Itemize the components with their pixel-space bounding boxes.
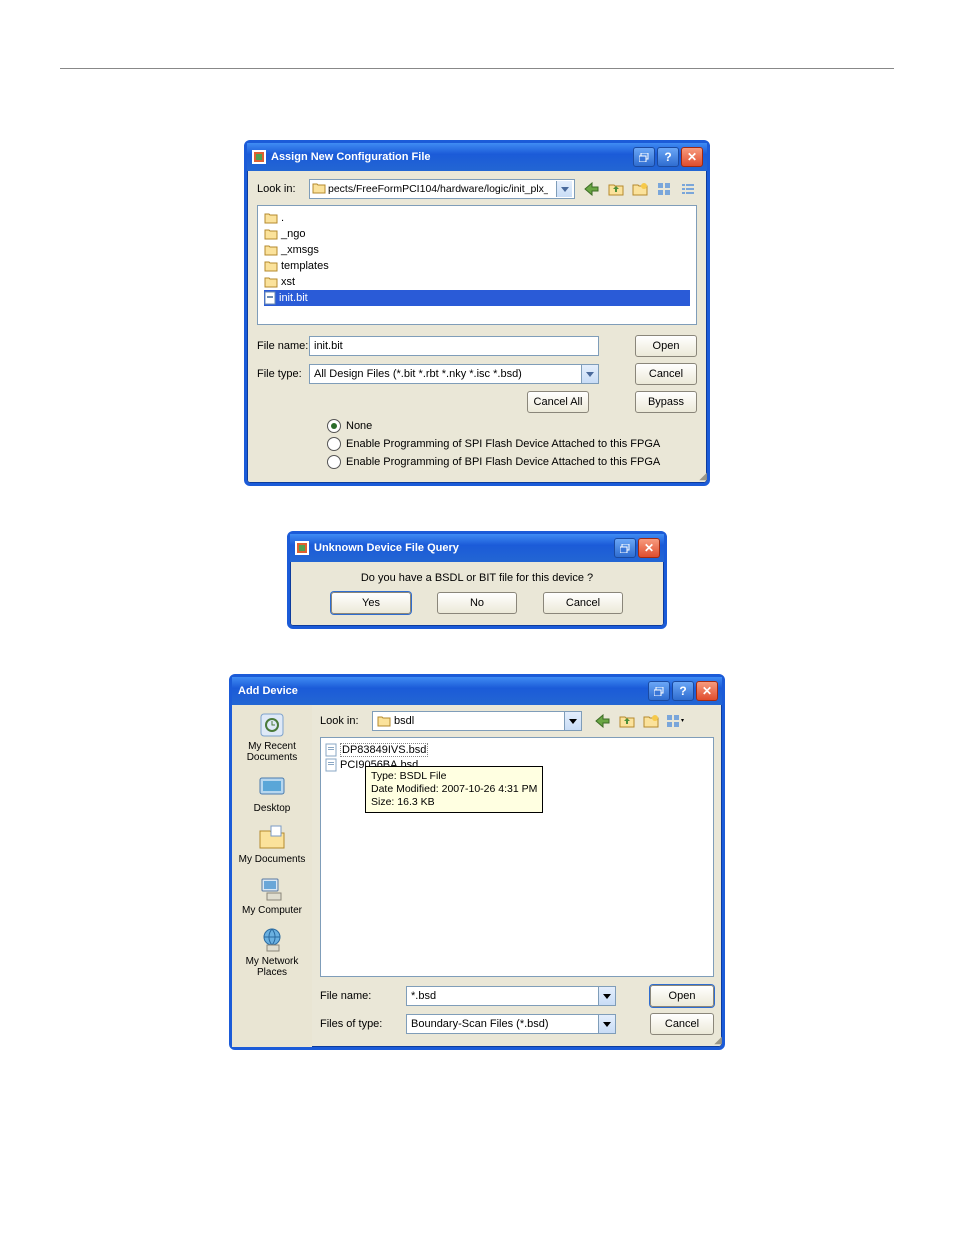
query-message: Do you have a BSDL or BIT file for this … [298,572,656,584]
title: Add Device [236,685,646,697]
title: Assign New Configuration File [271,151,631,163]
folder-item[interactable]: templates [264,258,690,274]
close-button[interactable]: ✕ [638,538,660,558]
file-tooltip: Type: BSDL File Date Modified: 2007-10-2… [365,766,543,813]
new-folder-icon[interactable] [642,712,660,730]
file-toolbar [594,712,684,730]
dropdown-arrow-icon[interactable] [581,365,598,383]
detail-view-icon[interactable] [679,180,697,198]
back-icon[interactable] [594,712,612,730]
up-folder-icon[interactable] [607,180,625,198]
look-in-combo[interactable]: pects/FreeFormPCI104/hardware/logic/init… [309,179,575,199]
new-folder-icon[interactable] [631,180,649,198]
look-in-combo[interactable]: bsdl [372,711,582,731]
recent-docs-icon [256,709,288,741]
back-icon[interactable] [583,180,601,198]
network-icon [256,924,288,956]
radio-none[interactable]: None [327,419,697,433]
sidebar-mydocs[interactable]: My Documents [239,822,306,865]
close-button[interactable]: ✕ [696,681,718,701]
view-menu-icon[interactable] [666,712,684,730]
filetype-label: Files of type: [320,1018,406,1030]
resize-grip[interactable]: ◢ [714,1035,719,1046]
list-view-icon[interactable] [655,180,673,198]
radio-unselected-icon [327,455,341,469]
filename-label: File name: [257,340,309,352]
sidebar-mycomputer[interactable]: My Computer [242,873,302,916]
file-list-pane[interactable]: DP83849IVS.bsd PCI9056BA.bsd Type: BSDL … [320,737,714,977]
sidebar-network[interactable]: My Network Places [232,924,312,978]
filename-input[interactable]: *.bsd [406,986,616,1006]
assign-config-dialog: Assign New Configuration File ? ✕ Look i… [244,140,710,486]
radio-bpi[interactable]: Enable Programming of BPI Flash Device A… [327,455,697,469]
restore-button[interactable] [633,147,655,167]
places-sidebar: My Recent Documents Desktop My Documents… [232,705,312,1047]
no-button[interactable]: No [437,592,517,614]
desktop-icon [256,771,288,803]
impact-icon [294,540,310,556]
sidebar-desktop[interactable]: Desktop [254,771,291,814]
open-button[interactable]: Open [635,335,697,357]
dropdown-arrow-icon[interactable] [598,1015,615,1033]
filetype-select[interactable]: Boundary-Scan Files (*.bsd) [406,1014,616,1034]
folder-item[interactable]: _xmsgs [264,242,690,258]
cancel-button[interactable]: Cancel [650,1013,714,1035]
close-button[interactable]: ✕ [681,147,703,167]
resize-grip[interactable]: ◢ [699,471,704,482]
mydocs-icon [256,822,288,854]
help-button[interactable]: ? [657,147,679,167]
folder-icon [312,182,326,196]
dropdown-arrow-icon[interactable] [556,181,572,197]
dropdown-arrow-icon[interactable] [564,712,581,730]
filename-input[interactable]: init.bit [309,336,599,356]
look-in-path: pects/FreeFormPCI104/hardware/logic/init… [328,183,548,195]
title: Unknown Device File Query [314,542,612,554]
impact-icon [251,149,267,165]
unknown-device-query-dialog: Unknown Device File Query ✕ Do you have … [287,531,667,629]
bypass-button[interactable]: Bypass [635,391,697,413]
radio-spi[interactable]: Enable Programming of SPI Flash Device A… [327,437,697,451]
file-item-selected[interactable]: init.bit [264,290,690,306]
filename-label: File name: [320,990,406,1002]
cancel-button[interactable]: Cancel [543,592,623,614]
sidebar-recent[interactable]: My Recent Documents [232,709,312,763]
titlebar[interactable]: Assign New Configuration File ? ✕ [247,143,707,171]
radio-selected-icon [327,419,341,433]
file-item-selected[interactable]: DP83849IVS.bsd [325,742,709,757]
up-folder-icon[interactable] [618,712,636,730]
restore-button[interactable] [648,681,670,701]
radio-unselected-icon [327,437,341,451]
file-toolbar [583,180,697,198]
mycomputer-icon [256,873,288,905]
look-in-label: Look in: [320,715,372,727]
filetype-label: File type: [257,368,309,380]
folder-item[interactable]: _ngo [264,226,690,242]
cancel-button[interactable]: Cancel [635,363,697,385]
look-in-label: Look in: [257,183,309,195]
folder-parent[interactable]: . [264,210,690,226]
restore-button[interactable] [614,538,636,558]
folder-item[interactable]: xst [264,274,690,290]
help-button[interactable]: ? [672,681,694,701]
cancel-all-button[interactable]: Cancel All [527,391,589,413]
titlebar[interactable]: Unknown Device File Query ✕ [290,534,664,562]
add-device-dialog: Add Device ? ✕ My Recent Documents Deskt… [229,674,725,1050]
dropdown-arrow-icon[interactable] [598,987,615,1005]
filetype-select[interactable]: All Design Files (*.bit *.rbt *.nky *.is… [309,364,599,384]
yes-button[interactable]: Yes [331,592,411,614]
titlebar[interactable]: Add Device ? ✕ [232,677,722,705]
open-button[interactable]: Open [650,985,714,1007]
file-list-pane[interactable]: . _ngo _xmsgs templates xst init.bit [257,205,697,325]
